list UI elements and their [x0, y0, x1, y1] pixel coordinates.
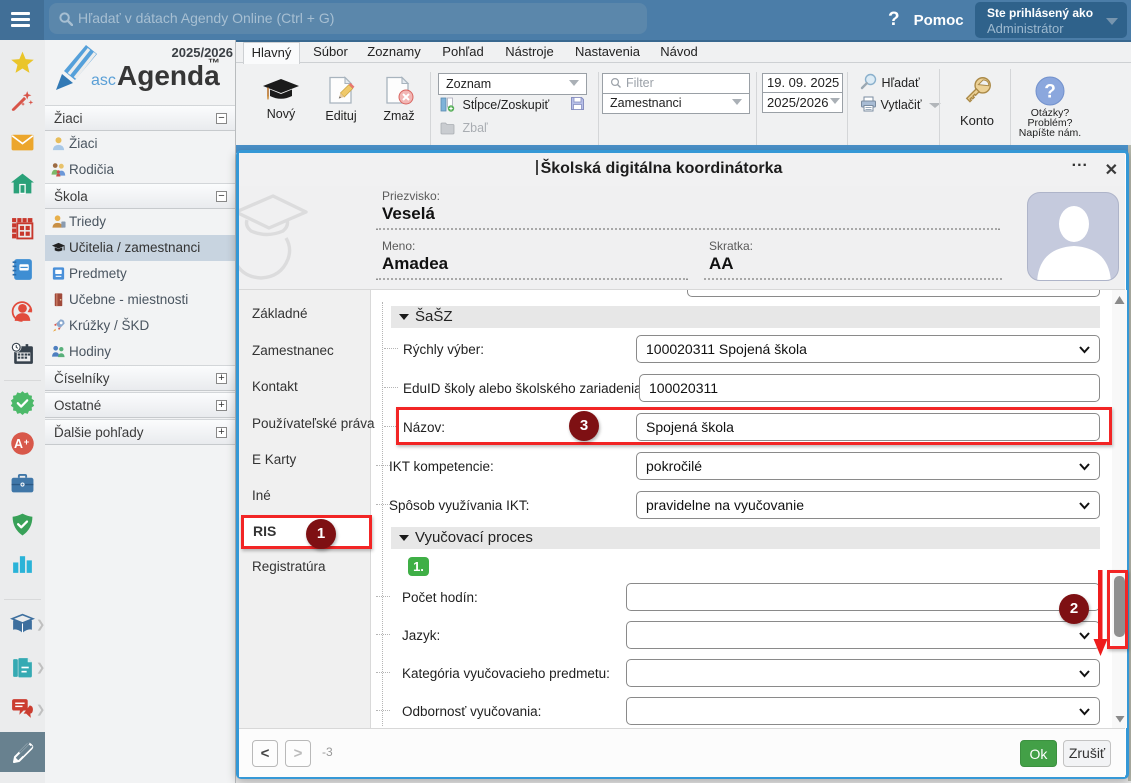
svg-text:+: + — [24, 437, 30, 447]
svg-text:Agenda: Agenda — [117, 60, 220, 91]
svg-text:A: A — [14, 437, 23, 451]
svg-text:™: ™ — [208, 56, 220, 70]
svg-text:asc: asc — [91, 72, 116, 89]
svg-text:?: ? — [1044, 82, 1056, 103]
